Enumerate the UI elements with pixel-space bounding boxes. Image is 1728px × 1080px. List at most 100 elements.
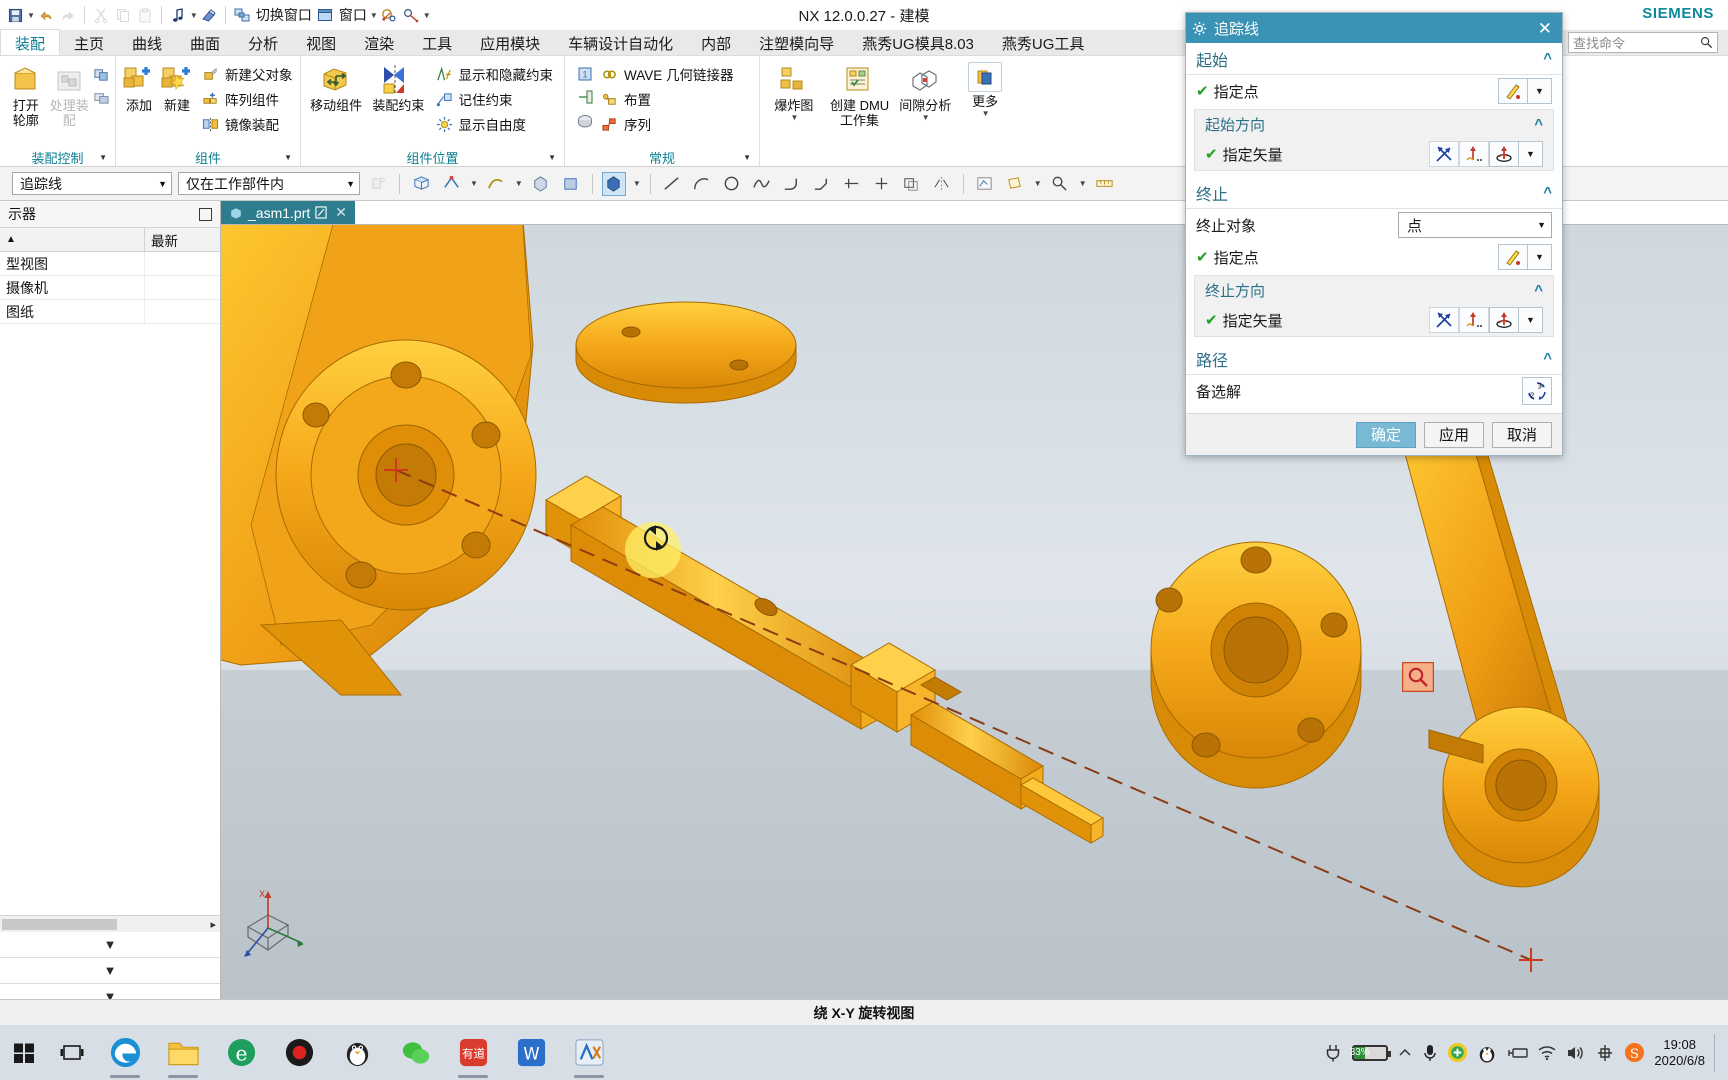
- usb-device-icon[interactable]: [1506, 1045, 1529, 1061]
- clearance-analysis-button[interactable]: 间隙分析 ▼: [895, 60, 955, 122]
- paste-icon[interactable]: [134, 4, 156, 26]
- inferred-vector-icon-2[interactable]: [1429, 307, 1459, 333]
- process-assembly-button[interactable]: 处理装配: [48, 60, 92, 128]
- sequence-button[interactable]: 序列: [597, 112, 737, 136]
- column-header-latest[interactable]: 最新: [145, 228, 184, 251]
- ok-button[interactable]: 确定: [1356, 421, 1416, 448]
- tab-curve[interactable]: 曲线: [118, 30, 176, 55]
- assembly-icon-2[interactable]: [91, 87, 111, 107]
- general-icon-2[interactable]: [575, 87, 595, 107]
- chevron-up-icon[interactable]: ^: [1543, 50, 1552, 67]
- cancel-button[interactable]: 取消: [1492, 421, 1552, 448]
- wifi-icon[interactable]: [1537, 1044, 1557, 1061]
- components-dropdown-caret[interactable]: ▼: [284, 153, 292, 162]
- tab-surface[interactable]: 曲面: [176, 30, 234, 55]
- mirror-assembly-button[interactable]: 镜像装配: [198, 112, 296, 136]
- general-icon-1[interactable]: 1: [575, 64, 595, 84]
- list-item[interactable]: 摄像机: [0, 276, 220, 300]
- ie-browser-icon[interactable]: e: [212, 1025, 270, 1080]
- cut-icon[interactable]: [90, 4, 112, 26]
- vector-constructor-icon[interactable]: [1489, 141, 1519, 167]
- general-icon-3[interactable]: [575, 110, 595, 130]
- section-header-end[interactable]: 终止 ^: [1186, 177, 1562, 209]
- measure-icon[interactable]: [400, 4, 422, 26]
- select-face-icon[interactable]: [409, 172, 433, 196]
- power-plug-icon[interactable]: [1323, 1043, 1343, 1063]
- close-icon[interactable]: ✕: [1534, 20, 1556, 37]
- battery-indicator[interactable]: 33%: [1350, 1044, 1392, 1061]
- search-icon[interactable]: [1700, 36, 1713, 49]
- vector-dialog-icon[interactable]: [1459, 141, 1489, 167]
- file-explorer-icon[interactable]: [154, 1025, 212, 1080]
- tab-internal[interactable]: 内部: [687, 30, 745, 55]
- analysis-caret[interactable]: ▼: [1079, 179, 1087, 188]
- alternate-solution-icon[interactable]: 3 2: [1522, 377, 1552, 405]
- list-item[interactable]: 型视图: [0, 252, 220, 276]
- more-caret[interactable]: ▼: [982, 109, 990, 118]
- ime-chinese-icon[interactable]: [1595, 1043, 1615, 1063]
- arc-icon[interactable]: [690, 172, 714, 196]
- point-constructor-icon-2[interactable]: [1498, 244, 1528, 270]
- analysis-icon[interactable]: [1048, 172, 1072, 196]
- switch-window-label[interactable]: 切换窗口: [256, 5, 312, 25]
- line-icon[interactable]: [660, 172, 684, 196]
- assembly-icon-1[interactable]: [91, 64, 111, 84]
- dialog-title-bar[interactable]: 追踪线 ✕: [1186, 13, 1562, 43]
- point-set-icon[interactable]: [378, 4, 400, 26]
- measure-dropdown-caret[interactable]: ▼: [423, 11, 431, 20]
- section-header-end-direction[interactable]: 终止方向 ^: [1195, 276, 1553, 304]
- shaded-display-icon[interactable]: [601, 171, 626, 196]
- select-edge-caret[interactable]: ▼: [470, 179, 478, 188]
- wave-geometry-linker-button[interactable]: WAVE 几何链接器: [597, 62, 737, 86]
- snap-point-icon[interactable]: [366, 172, 390, 196]
- select-body-icon[interactable]: [529, 172, 553, 196]
- column-header-name[interactable]: ▲: [0, 228, 145, 251]
- tab-yanxiu-tools[interactable]: 燕秀UG工具: [988, 30, 1099, 55]
- end-object-select[interactable]: 点 ▼: [1398, 212, 1552, 238]
- panel-section-collapse-1[interactable]: ▼: [0, 932, 220, 958]
- trim-icon[interactable]: [840, 172, 864, 196]
- resource-panel-hscrollbar[interactable]: ▸: [0, 915, 220, 932]
- switch-window-icon[interactable]: [231, 4, 253, 26]
- command-search-box[interactable]: 查找命令: [1568, 32, 1718, 53]
- assembly-constraint-button[interactable]: 装配约束: [367, 60, 429, 113]
- window-icon[interactable]: [314, 4, 336, 26]
- start-button[interactable]: [0, 1025, 48, 1080]
- offset-icon[interactable]: [900, 172, 924, 196]
- window-dropdown-caret[interactable]: ▼: [370, 11, 378, 20]
- task-view-button[interactable]: [48, 1025, 96, 1080]
- chamfer-icon[interactable]: [810, 172, 834, 196]
- arrangement-button[interactable]: 布置: [597, 87, 737, 111]
- vector-constructor-icon-2[interactable]: [1489, 307, 1519, 333]
- tab-yanxiu-mold[interactable]: 燕秀UG模具8.03: [848, 30, 988, 55]
- window-label[interactable]: 窗口: [339, 5, 367, 25]
- new-parent-button[interactable]: 新建父对象: [198, 62, 296, 86]
- pattern-component-button[interactable]: 阵列组件: [198, 87, 296, 111]
- tab-tools[interactable]: 工具: [408, 30, 466, 55]
- qq-penguin-icon[interactable]: [328, 1025, 386, 1080]
- move-component-button[interactable]: 移动组件: [305, 60, 367, 113]
- add-component-button[interactable]: 添加: [120, 60, 158, 113]
- undo-icon[interactable]: [35, 4, 57, 26]
- scrollbar-thumb[interactable]: [2, 919, 117, 930]
- clearance-analysis-caret[interactable]: ▼: [922, 113, 930, 122]
- panel-pin-icon[interactable]: [199, 207, 212, 221]
- eraser-icon[interactable]: [198, 4, 220, 26]
- spline-icon[interactable]: [750, 172, 774, 196]
- section-header-start[interactable]: 起始 ^: [1186, 43, 1562, 75]
- select-edge-icon[interactable]: [439, 172, 463, 196]
- new-component-button[interactable]: 新建: [158, 60, 196, 113]
- selection-filter-select[interactable]: 追踪线 ▼: [12, 172, 172, 195]
- inferred-vector-icon[interactable]: [1429, 141, 1459, 167]
- fillet-icon[interactable]: [780, 172, 804, 196]
- media-player-icon[interactable]: [270, 1025, 328, 1080]
- point-icon[interactable]: [870, 172, 894, 196]
- qq-penguin-tray-icon[interactable]: [1477, 1043, 1497, 1063]
- wechat-icon[interactable]: [386, 1025, 444, 1080]
- dropdown-arrow-3[interactable]: ▼: [1528, 244, 1552, 270]
- selection-scope-select[interactable]: 仅在工作部件内 ▼: [178, 172, 360, 195]
- create-dmu-workset-button[interactable]: 创建 DMU 工作集: [824, 60, 895, 128]
- note-icon[interactable]: [167, 4, 189, 26]
- show-desktop-button[interactable]: [1714, 1033, 1720, 1072]
- component-position-dropdown-caret[interactable]: ▼: [548, 153, 556, 162]
